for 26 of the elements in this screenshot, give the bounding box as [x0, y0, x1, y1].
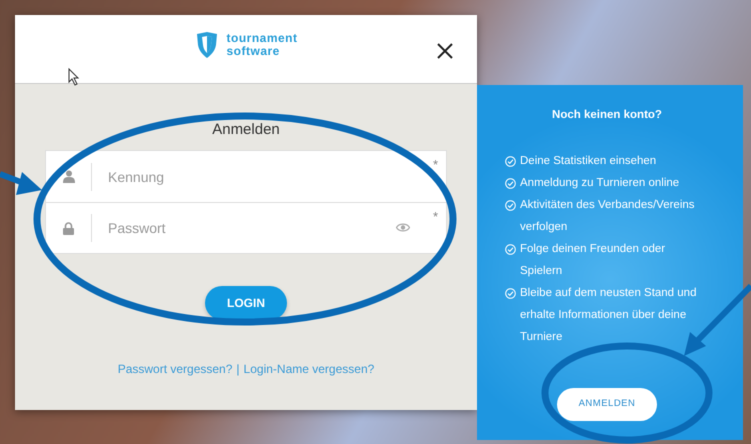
annotation-arrow [0, 171, 42, 195]
forgot-link[interactable]: Passwort vergessen? [118, 360, 232, 378]
feature-text: Deine Statistiken einsehen [520, 154, 656, 170]
password-input[interactable]: Passwort [92, 203, 396, 253]
feature-text: Bleibe auf dem neusten Stand und erhalte Informationen über deine Turniere [520, 286, 698, 346]
dialog-title: Anmelden [212, 120, 280, 138]
check-circle-icon [505, 156, 516, 168]
feature-text: Folge deinen Freunden oder Spielern [520, 242, 666, 280]
feature-text: Anmeldung zu Turnieren online [520, 176, 680, 192]
logo-text: software [226, 45, 281, 58]
logo-text: tournament [226, 32, 298, 45]
panel-heading: Noch keinen konto? [551, 108, 663, 123]
check-circle-icon [505, 244, 516, 256]
user-icon [62, 170, 74, 183]
feature-text: Aktivitäten des Verbandes/Vereins verfolgen [520, 198, 696, 236]
required-mark: * [432, 156, 438, 174]
forgot-link[interactable]: Login-Name vergessen? [244, 360, 374, 378]
login-button[interactable]: LOGIN [205, 286, 287, 320]
lock-icon [63, 222, 74, 234]
required-mark: * [432, 208, 438, 226]
register-button[interactable]: ANMELDEN [556, 388, 658, 420]
shield-logo-icon [194, 31, 218, 59]
link-separator: | [236, 361, 240, 378]
check-circle-icon [505, 288, 516, 300]
check-circle-icon [505, 200, 516, 212]
check-circle-icon [505, 178, 516, 190]
